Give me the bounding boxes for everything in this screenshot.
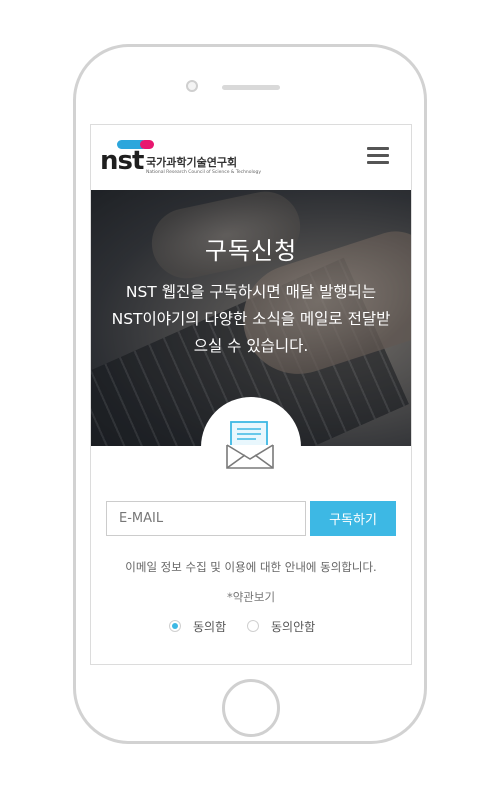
site-header: nst 국가과학기술연구회 National Research Council … <box>91 125 411 190</box>
speaker-grille <box>222 85 280 90</box>
email-input[interactable] <box>106 501 306 536</box>
disagree-radio[interactable] <box>247 620 259 632</box>
hero-title: 구독신청 <box>204 237 298 265</box>
menu-bar-middle <box>367 154 389 157</box>
logo-korean-name: 국가과학기술연구회 <box>146 156 238 169</box>
menu-bar-bottom <box>367 161 389 164</box>
hamburger-menu-icon[interactable] <box>367 147 389 165</box>
envelope-icon <box>226 421 274 469</box>
disagree-label[interactable]: 동의안함 <box>271 618 315 635</box>
hero-description: NST 웹진을 구독하시면 매달 발행되는 NST이야기의 다양한 소식을 메일… <box>111 283 391 355</box>
home-button[interactable] <box>222 679 280 737</box>
subscribe-button[interactable]: 구독하기 <box>310 501 396 536</box>
consent-text: 이메일 정보 수집 및 이용에 대한 안내에 동의합니다. <box>125 560 377 574</box>
agree-radio[interactable] <box>169 620 181 632</box>
logo-english-name: National Research Council of Science & T… <box>146 170 262 175</box>
phone-screen: nst 국가과학기술연구회 National Research Council … <box>90 124 412 665</box>
camera-icon <box>186 80 198 92</box>
nst-logo[interactable]: nst 국가과학기술연구회 National Research Council … <box>100 139 270 179</box>
agree-label[interactable]: 동의함 <box>193 618 226 635</box>
logo-mark: nst <box>100 146 144 176</box>
menu-bar-top <box>367 147 389 150</box>
terms-link[interactable]: *약관보기 <box>91 589 411 605</box>
consent-radio-group: 동의함 동의안함 <box>91 617 411 637</box>
